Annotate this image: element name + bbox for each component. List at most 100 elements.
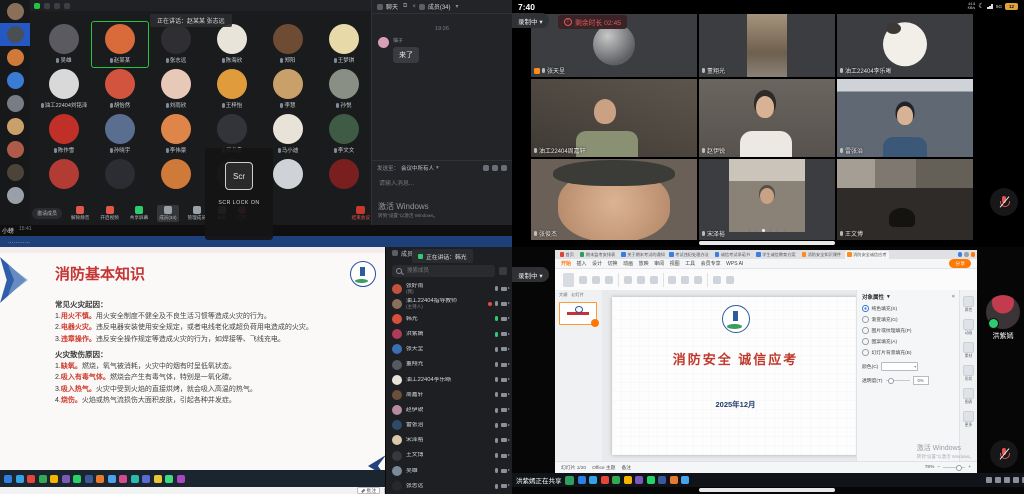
- sidebar-contact[interactable]: [0, 161, 30, 184]
- member-row[interactable]: 韩光: [386, 311, 512, 326]
- meeting-info-icon[interactable]: [44, 3, 50, 9]
- invite-button[interactable]: 邀请成员: [32, 208, 62, 219]
- toolbar-share-button[interactable]: 共享屏幕: [128, 205, 150, 222]
- slide-thumbnail[interactable]: [559, 302, 597, 325]
- doc-tab[interactable]: 考试违纪处理办法: [667, 251, 712, 259]
- popout-icon[interactable]: ⧉: [403, 3, 407, 10]
- menu-6[interactable]: 审阅: [654, 260, 664, 267]
- account-icon[interactable]: [958, 252, 963, 257]
- share-button[interactable]: 分享: [949, 259, 971, 268]
- participant-tile[interactable]: [36, 157, 92, 202]
- member-row[interactable]: 宋泽裕: [386, 433, 512, 448]
- member-row[interactable]: 张天呈: [386, 342, 512, 357]
- participant-tile[interactable]: 油工22404刘铭泽: [36, 67, 92, 112]
- tray-icon[interactable]: [986, 477, 992, 483]
- close-icon[interactable]: ×: [952, 294, 955, 300]
- video-tile[interactable]: 张俊杰: [531, 159, 697, 240]
- sidebar-tool[interactable]: 动画: [963, 319, 974, 336]
- member-row[interactable]: 油工22404指导教师(主持人): [386, 296, 512, 311]
- video-tile[interactable]: 王文博: [837, 159, 973, 240]
- sidebar-contact[interactable]: [0, 0, 30, 23]
- sidebar-contact[interactable]: [0, 184, 30, 207]
- participant-tile[interactable]: [316, 157, 372, 202]
- tool-icon[interactable]: [637, 276, 645, 284]
- add-member-icon[interactable]: [499, 267, 507, 275]
- share-stop-icon[interactable]: [565, 476, 574, 485]
- participant-tile[interactable]: 王梦琪: [316, 22, 372, 67]
- doc-tab[interactable]: 学生诚信教育方案: [754, 251, 799, 259]
- search-box[interactable]: [392, 265, 495, 277]
- app-icon[interactable]: [578, 476, 586, 484]
- tray-icon[interactable]: [995, 477, 1001, 483]
- member-row[interactable]: 周嘉轩: [386, 387, 512, 402]
- tool-icon[interactable]: [650, 276, 658, 284]
- image-icon[interactable]: [492, 165, 498, 171]
- zoom-in-icon[interactable]: +: [968, 465, 971, 470]
- app-icon[interactable]: [658, 476, 666, 484]
- member-row[interactable]: 吴雄: [386, 463, 512, 478]
- video-tile[interactable]: 宋泽裕: [699, 159, 835, 240]
- sidebar-contact[interactable]: [0, 115, 30, 138]
- app-icon[interactable]: [612, 476, 620, 484]
- sidebar-tool[interactable]: 更多: [963, 411, 974, 428]
- app-icon[interactable]: [131, 475, 139, 483]
- video-tile[interactable]: 雷张治: [837, 79, 973, 157]
- member-row[interactable]: 董翔光: [386, 357, 512, 372]
- close-icon[interactable]: ×: [412, 4, 416, 10]
- app-icon[interactable]: [85, 475, 93, 483]
- doc-tab[interactable]: 诚信考试承诺书: [712, 251, 752, 259]
- doc-tab[interactable]: 消防安全知识课件: [799, 251, 844, 259]
- member-row[interactable]: 王文博: [386, 448, 512, 463]
- recording-pill[interactable]: 录制中 ▾: [512, 267, 549, 282]
- participant-tile[interactable]: 张志远: [148, 22, 204, 67]
- tool-icon[interactable]: [579, 276, 587, 284]
- tab-chat[interactable]: 聊天: [386, 2, 398, 11]
- account-icon[interactable]: [971, 252, 976, 257]
- app-icon[interactable]: [624, 476, 632, 484]
- recording-pill[interactable]: 录制中 ▾: [512, 13, 549, 28]
- zoom-out-icon[interactable]: −: [937, 465, 940, 470]
- zoom-slider[interactable]: [943, 467, 965, 469]
- menu-10[interactable]: WPS AI: [726, 261, 743, 267]
- app-icon[interactable]: [27, 475, 35, 483]
- tab-members[interactable]: 成员(34): [428, 2, 451, 11]
- sidebar-tool[interactable]: 图表: [963, 388, 974, 405]
- app-icon[interactable]: [16, 475, 24, 483]
- app-icon[interactable]: [165, 475, 173, 483]
- app-icon[interactable]: [108, 475, 116, 483]
- app-icon[interactable]: [154, 475, 162, 483]
- sidebar-contact[interactable]: [0, 46, 30, 69]
- participant-tile[interactable]: 孙悦: [316, 67, 372, 112]
- menu-0[interactable]: 开始: [561, 260, 571, 267]
- sidebar-tool[interactable]: 属性: [963, 296, 974, 313]
- invite-icon[interactable]: [64, 3, 70, 9]
- paste-icon[interactable]: [563, 273, 574, 287]
- participant-tile[interactable]: [92, 157, 148, 202]
- end-meeting-button[interactable]: 结束会议: [352, 206, 370, 221]
- video-tile[interactable]: 油工22404周嘉轩: [531, 79, 697, 157]
- app-icon[interactable]: [96, 475, 104, 483]
- participant-tile[interactable]: 刘雨欣: [148, 67, 204, 112]
- sidebar-contact[interactable]: [0, 23, 30, 46]
- sidebar-tool[interactable]: 形状: [963, 365, 974, 382]
- app-icon[interactable]: [73, 475, 81, 483]
- emoji-icon[interactable]: [483, 165, 489, 171]
- app-icon[interactable]: [50, 475, 58, 483]
- participant-tile[interactable]: [148, 157, 204, 202]
- color-dropdown[interactable]: ▾: [881, 362, 918, 371]
- sidebar-contact[interactable]: [0, 138, 30, 161]
- current-slide[interactable]: 消防安全 诚信应考 2025年12月: [612, 297, 859, 455]
- fill-option[interactable]: 图案填充(A): [862, 338, 955, 345]
- app-icon[interactable]: [681, 476, 689, 484]
- participant-tile[interactable]: 赵某某: [92, 22, 148, 67]
- participant-tile[interactable]: 吴雄: [36, 22, 92, 67]
- tray-icon[interactable]: [1004, 477, 1010, 483]
- member-row[interactable]: 张好雨(我): [386, 281, 512, 296]
- fill-option[interactable]: 图片或纹理填充(P): [862, 327, 955, 334]
- fill-option[interactable]: 纯色填充(S): [862, 305, 955, 312]
- doc-tab[interactable]: 期末监考安排表: [577, 251, 617, 259]
- app-icon[interactable]: [39, 475, 47, 483]
- tab-slides[interactable]: 幻灯片: [571, 292, 584, 298]
- doc-tab[interactable]: 关于期末考试的通知: [619, 251, 666, 259]
- toolbar-mem-button[interactable]: 成员(34): [157, 205, 178, 222]
